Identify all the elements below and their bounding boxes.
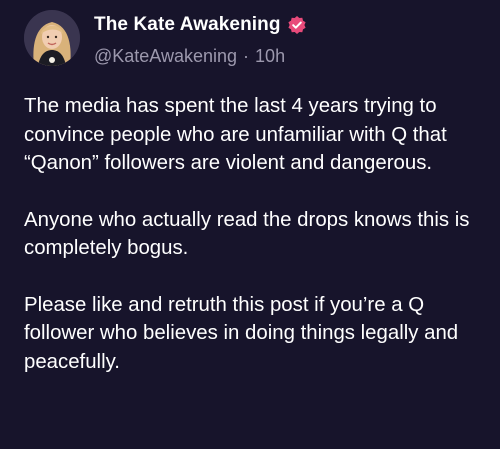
post-card: The Kate Awakening @KateAwakening · 10h … xyxy=(0,0,500,449)
post-timestamp[interactable]: 10h xyxy=(255,46,285,67)
avatar[interactable] xyxy=(24,10,80,66)
profile-photo-icon xyxy=(24,10,80,66)
meta-row: @KateAwakening · 10h xyxy=(94,46,490,67)
name-row: The Kate Awakening xyxy=(94,12,490,38)
post-paragraph-2: Anyone who actually read the drops knows… xyxy=(24,208,470,260)
post-paragraph-1: The media has spent the last 4 years try… xyxy=(24,95,447,174)
verified-badge-icon xyxy=(287,15,307,35)
post-paragraph-3: Please like and retruth this post if you… xyxy=(24,293,459,373)
display-name[interactable]: The Kate Awakening xyxy=(94,14,281,36)
meta-separator: · xyxy=(243,46,250,66)
post-header: The Kate Awakening @KateAwakening · 10h xyxy=(94,12,490,67)
author-handle[interactable]: @KateAwakening xyxy=(94,46,237,67)
post-body: The media has spent the last 4 years try… xyxy=(24,92,486,404)
